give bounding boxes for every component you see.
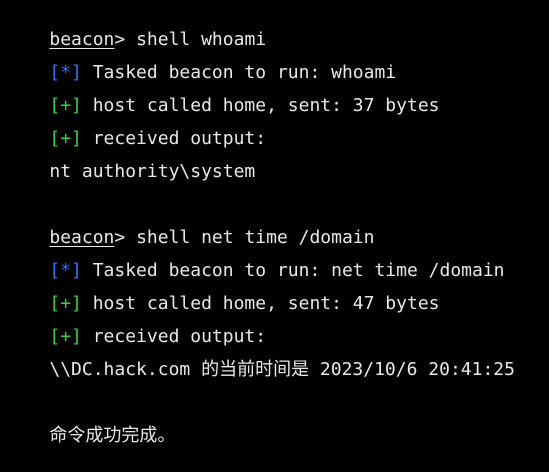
output-line: nt authority\system xyxy=(6,136,255,182)
completion-text: 命令成功完成。 xyxy=(49,425,176,446)
sent-line: [+] host called home, sent: 37 bytes xyxy=(6,70,439,116)
command-line: beacon> shell whoami xyxy=(6,4,266,50)
sent-line: [+] host called home, sent: 47 bytes xyxy=(6,268,439,314)
task-line: [*] Tasked beacon to run: net time /doma… xyxy=(6,235,504,281)
received-line: [+] received output: xyxy=(6,103,266,149)
terminal-window[interactable]: beacon> shell whoami [*] Tasked beacon t… xyxy=(0,0,549,457)
task-line: [*] Tasked beacon to run: whoami xyxy=(6,37,396,83)
output-line: \\DC.hack.com 的当前时间是 2023/10/6 20:41:25 xyxy=(6,334,515,380)
completion-line: 命令成功完成。 xyxy=(6,400,175,446)
command-line: beacon> shell net time /domain xyxy=(6,202,374,248)
received-line: [+] received output: xyxy=(6,301,266,347)
output-text: \\DC.hack.com 的当前时间是 2023/10/6 20:41:25 xyxy=(49,359,515,380)
output-text: nt authority\system xyxy=(49,161,256,182)
